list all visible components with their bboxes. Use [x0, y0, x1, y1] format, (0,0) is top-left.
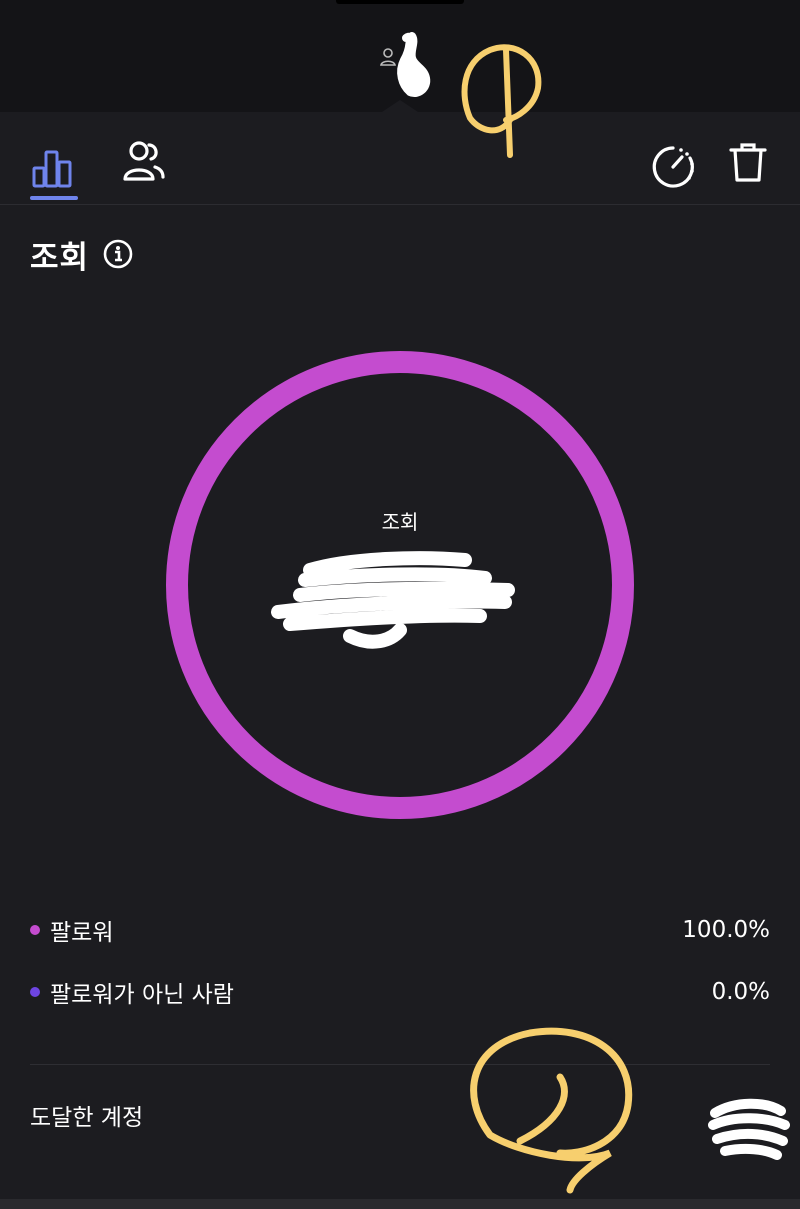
- people-icon: [123, 141, 165, 181]
- user-icon: [380, 48, 396, 66]
- timer-button[interactable]: [646, 140, 700, 194]
- legend-label-followers: 팔로워: [50, 920, 114, 946]
- tooltip-notch: [382, 100, 418, 112]
- divider: [30, 1064, 770, 1065]
- donut-center-label: 조회: [381, 510, 419, 534]
- toolbar: [0, 112, 800, 205]
- info-icon[interactable]: [103, 239, 133, 269]
- tab-insights[interactable]: [26, 136, 78, 200]
- bar-chart-icon: [32, 150, 72, 188]
- active-tab-indicator: [30, 196, 78, 200]
- reached-accounts-label: 도달한 계정: [30, 1105, 144, 1131]
- page-title: 조회: [30, 239, 90, 276]
- trash-icon: [729, 143, 767, 182]
- legend-dot-non-followers: [30, 987, 40, 997]
- delete-button[interactable]: [720, 134, 776, 190]
- legend-value-non-followers: 0.0%: [711, 979, 770, 1005]
- timer-icon: [652, 146, 694, 188]
- top-bar: [0, 0, 800, 112]
- dynamic-island: [336, 0, 464, 4]
- legend-dot-followers: [30, 925, 40, 935]
- legend-value-followers: 100.0%: [682, 917, 770, 943]
- donut-slice-0: [166, 351, 634, 819]
- legend-label-non-followers: 팔로워가 아닌 사람: [50, 982, 234, 1008]
- reached-accounts-row: 도달한 계정: [30, 1095, 770, 1135]
- legend-row-non-followers: 팔로워가 아닌 사람 0.0%: [30, 972, 770, 1012]
- legend-row-followers: 팔로워 100.0%: [30, 910, 770, 950]
- tab-audience[interactable]: [116, 136, 172, 186]
- bottom-sheet-edge: [0, 1199, 800, 1209]
- views-donut-chart: [166, 351, 634, 819]
- section-header: 조회: [30, 232, 133, 276]
